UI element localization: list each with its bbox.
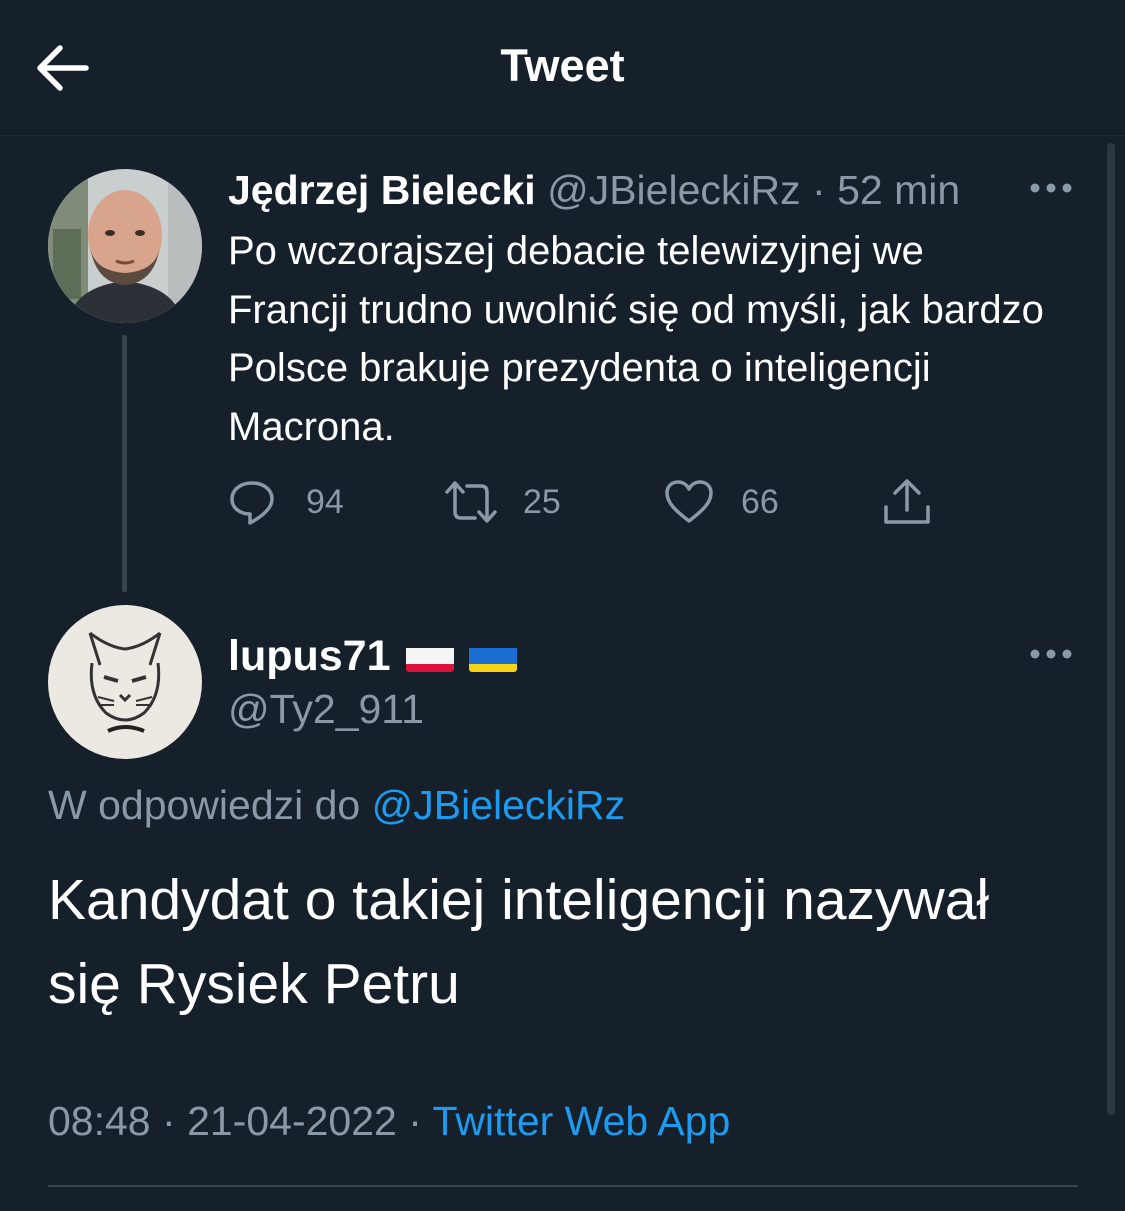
like-button[interactable]: 66 (664, 476, 779, 528)
reply-count: 94 (306, 482, 344, 521)
more-icon (1030, 649, 1072, 659)
avatar[interactable] (48, 605, 202, 759)
heart-icon (665, 480, 713, 523)
more-options-button[interactable] (1026, 173, 1076, 203)
page-title: Tweet (500, 40, 625, 91)
more-options-button[interactable] (1026, 639, 1076, 669)
replying-to-handle-link[interactable]: @JBieleckiRz (372, 782, 626, 828)
tweet-metadata: 08:48 · 21-04-2022 · Twitter Web App (48, 1098, 730, 1145)
separator: · (162, 1098, 176, 1144)
avatar[interactable] (48, 169, 202, 323)
like-count: 66 (741, 482, 779, 521)
author-name[interactable]: Jędrzej Bielecki (228, 167, 536, 213)
author-photo (48, 169, 202, 323)
reply-icon (230, 481, 274, 525)
author-handle[interactable]: @Ty2_911 (228, 686, 424, 733)
retweet-count: 25 (523, 482, 561, 521)
share-button[interactable] (881, 476, 933, 528)
separator: · (408, 1098, 422, 1144)
thread-line (122, 335, 127, 592)
tweet-time[interactable]: 08:48 (48, 1098, 151, 1144)
author-handle[interactable]: @JBieleckiRz (547, 167, 801, 213)
share-icon (884, 479, 930, 524)
replying-to-label: W odpowiedzi do (48, 782, 361, 828)
tweet-date[interactable]: 21-04-2022 (187, 1098, 397, 1144)
tweet-text: Kandydat o takiej inteligencji nazywał s… (48, 868, 990, 1016)
reply-button[interactable]: 94 (228, 476, 344, 528)
flag-ukraine-icon (468, 640, 517, 672)
separator: · (812, 167, 826, 213)
divider (48, 1185, 1078, 1187)
reply-author-row: lupus71 (228, 630, 517, 682)
cat-drawing-avatar (48, 605, 202, 759)
top-bar: Tweet (0, 0, 1125, 136)
tweet-author-row: Jędrzej Bielecki @JBieleckiRz · 52 min (228, 166, 960, 214)
author-name[interactable]: lupus71 (228, 630, 391, 682)
tweet-text: Po wczorajszej debacie telewizyjnej we F… (228, 229, 1044, 449)
replying-to: W odpowiedzi do @JBieleckiRz (48, 782, 625, 829)
scrollbar[interactable] (1107, 143, 1115, 1115)
timestamp[interactable]: 52 min (837, 167, 960, 213)
retweet-icon (445, 481, 497, 523)
flag-poland-icon (405, 640, 454, 672)
tweet-source-link[interactable]: Twitter Web App (433, 1098, 731, 1144)
more-icon (1030, 183, 1072, 193)
retweet-button[interactable]: 25 (443, 476, 561, 528)
